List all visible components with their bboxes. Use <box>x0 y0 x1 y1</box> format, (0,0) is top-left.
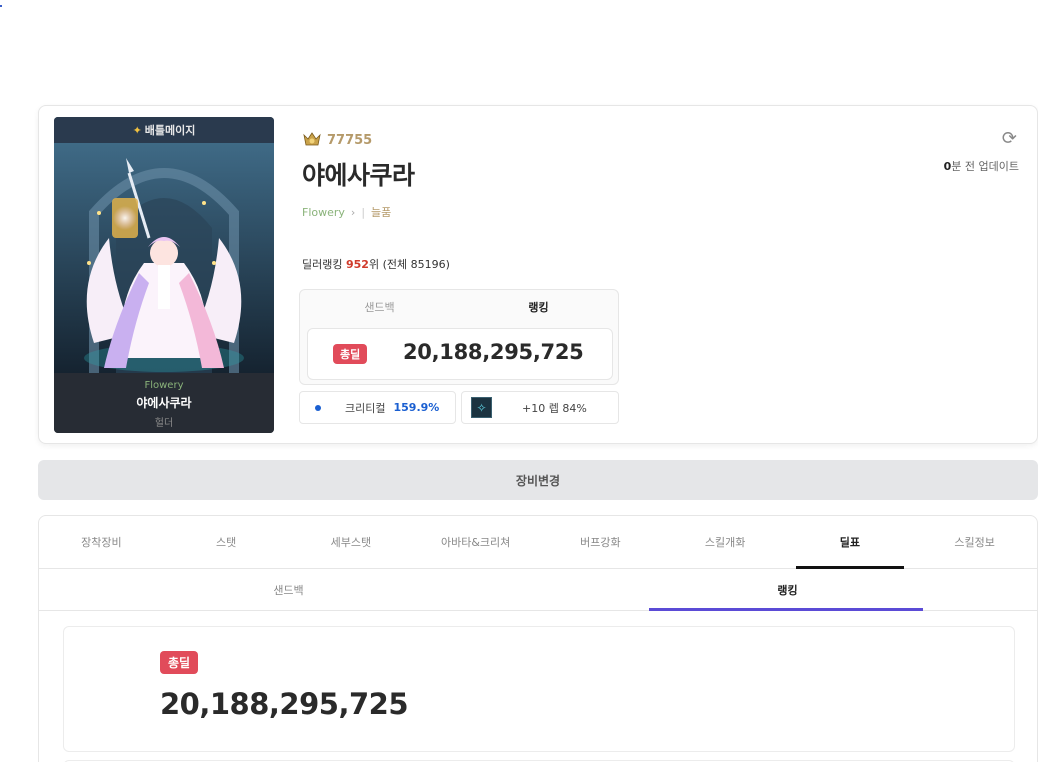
critical-value: 159.9% <box>393 401 440 414</box>
dealer-ranking: 딜러랭킹 952위 (전체 85196) <box>302 256 450 272</box>
corner-dot <box>0 5 2 7</box>
tab-buff[interactable]: 버프강화 <box>538 516 663 568</box>
fame-icon <box>303 132 321 146</box>
rank-prefix: 딜러랭킹 <box>302 258 346 271</box>
guild-link[interactable]: 늘품 <box>371 204 391 220</box>
total-deal-box: 총딜 20,188,295,725 <box>63 626 1015 752</box>
tab-detail-stats[interactable]: 세부스탯 <box>289 516 414 568</box>
item-chip: ✧ +10 렙 84% <box>461 391 619 424</box>
sub-tabs: 샌드백 랭킹 <box>39 569 1037 611</box>
job-label: 배틀메이지 <box>144 124 196 137</box>
main-tabs: 장착장비 스탯 세부스탯 아바타&크리쳐 버프강화 스킬개화 딜표 스킬정보 <box>39 516 1037 569</box>
total-deal-value: 20,188,295,725 <box>403 340 584 364</box>
frame-header: ✦ 배틀메이지 <box>54 117 274 143</box>
mini-tab-sandbag[interactable]: 샌드백 <box>300 290 459 324</box>
tab-stats[interactable]: 스탯 <box>164 516 289 568</box>
frame-server: Flowery <box>144 380 184 391</box>
refresh-icon[interactable]: ⟳ <box>1002 128 1017 149</box>
character-frame: ✦ 배틀메이지 Flowery 야에사쿠라 헐더 <box>54 117 274 433</box>
fame-row: 77755 <box>302 132 372 148</box>
mini-deal-box: 샌드백 랭킹 총딜 20,188,295,725 <box>299 289 619 385</box>
fame-value: 77755 <box>327 132 373 148</box>
item-text: +10 렙 84% <box>522 401 587 415</box>
tab-avatar-creature[interactable]: 아바타&크리쳐 <box>413 516 538 568</box>
frame-footer: Flowery 야에사쿠라 헐더 <box>54 373 274 433</box>
frame-character-name: 야에사쿠라 <box>136 396 192 410</box>
critical-label: 크리티컬 <box>345 401 386 415</box>
critical-dot-icon <box>315 404 321 411</box>
rank-number: 952 <box>345 258 369 271</box>
detail-panel: 장착장비 스탯 세부스탯 아바타&크리쳐 버프강화 스킬개화 딜표 스킬정보 샌… <box>38 515 1038 762</box>
badge-icon: ✦ <box>132 123 142 137</box>
updated-time: 0분 전 업데이트 <box>944 158 1019 174</box>
chevron-right-icon: › <box>350 205 356 219</box>
deal-badge: 총딜 <box>160 651 199 674</box>
divider: | <box>361 205 366 219</box>
character-name: 야에사쿠라 <box>302 161 415 190</box>
critical-chip: 크리티컬 159.9% <box>299 391 456 424</box>
tab-skill-bloom[interactable]: 스킬개화 <box>663 516 788 568</box>
sub-tab-ranking[interactable]: 랭킹 <box>538 569 1037 611</box>
mini-total-row: 총딜 20,188,295,725 <box>307 328 613 380</box>
server-link[interactable]: Flowery <box>302 206 345 219</box>
tab-skill-info[interactable]: 스킬정보 <box>912 516 1037 568</box>
equip-change-button[interactable]: 장비변경 <box>38 460 1038 500</box>
tab-equipment[interactable]: 장착장비 <box>39 516 164 568</box>
deal-value: 20,188,295,725 <box>160 687 409 721</box>
server-row: Flowery › | 늘품 <box>302 204 391 220</box>
updated-text: 분 전 업데이트 <box>951 160 1019 173</box>
sub-tab-sandbag[interactable]: 샌드백 <box>39 569 538 610</box>
tab-deal-table[interactable]: 딜표 <box>788 516 913 569</box>
mini-tab-ranking[interactable]: 랭킹 <box>459 290 618 324</box>
item-icon: ✧ <box>471 397 492 418</box>
rank-suffix: 위 (전체 85196) <box>368 258 450 271</box>
mini-tabs: 샌드백 랭킹 <box>300 290 618 324</box>
character-illustration <box>54 143 274 373</box>
profile-card: ✦ 배틀메이지 Flowery 야에사쿠라 헐더 77755 야에사쿠라 Flo… <box>38 105 1038 444</box>
total-deal-badge: 총딜 <box>333 344 368 364</box>
frame-job: 헐더 <box>154 418 174 429</box>
